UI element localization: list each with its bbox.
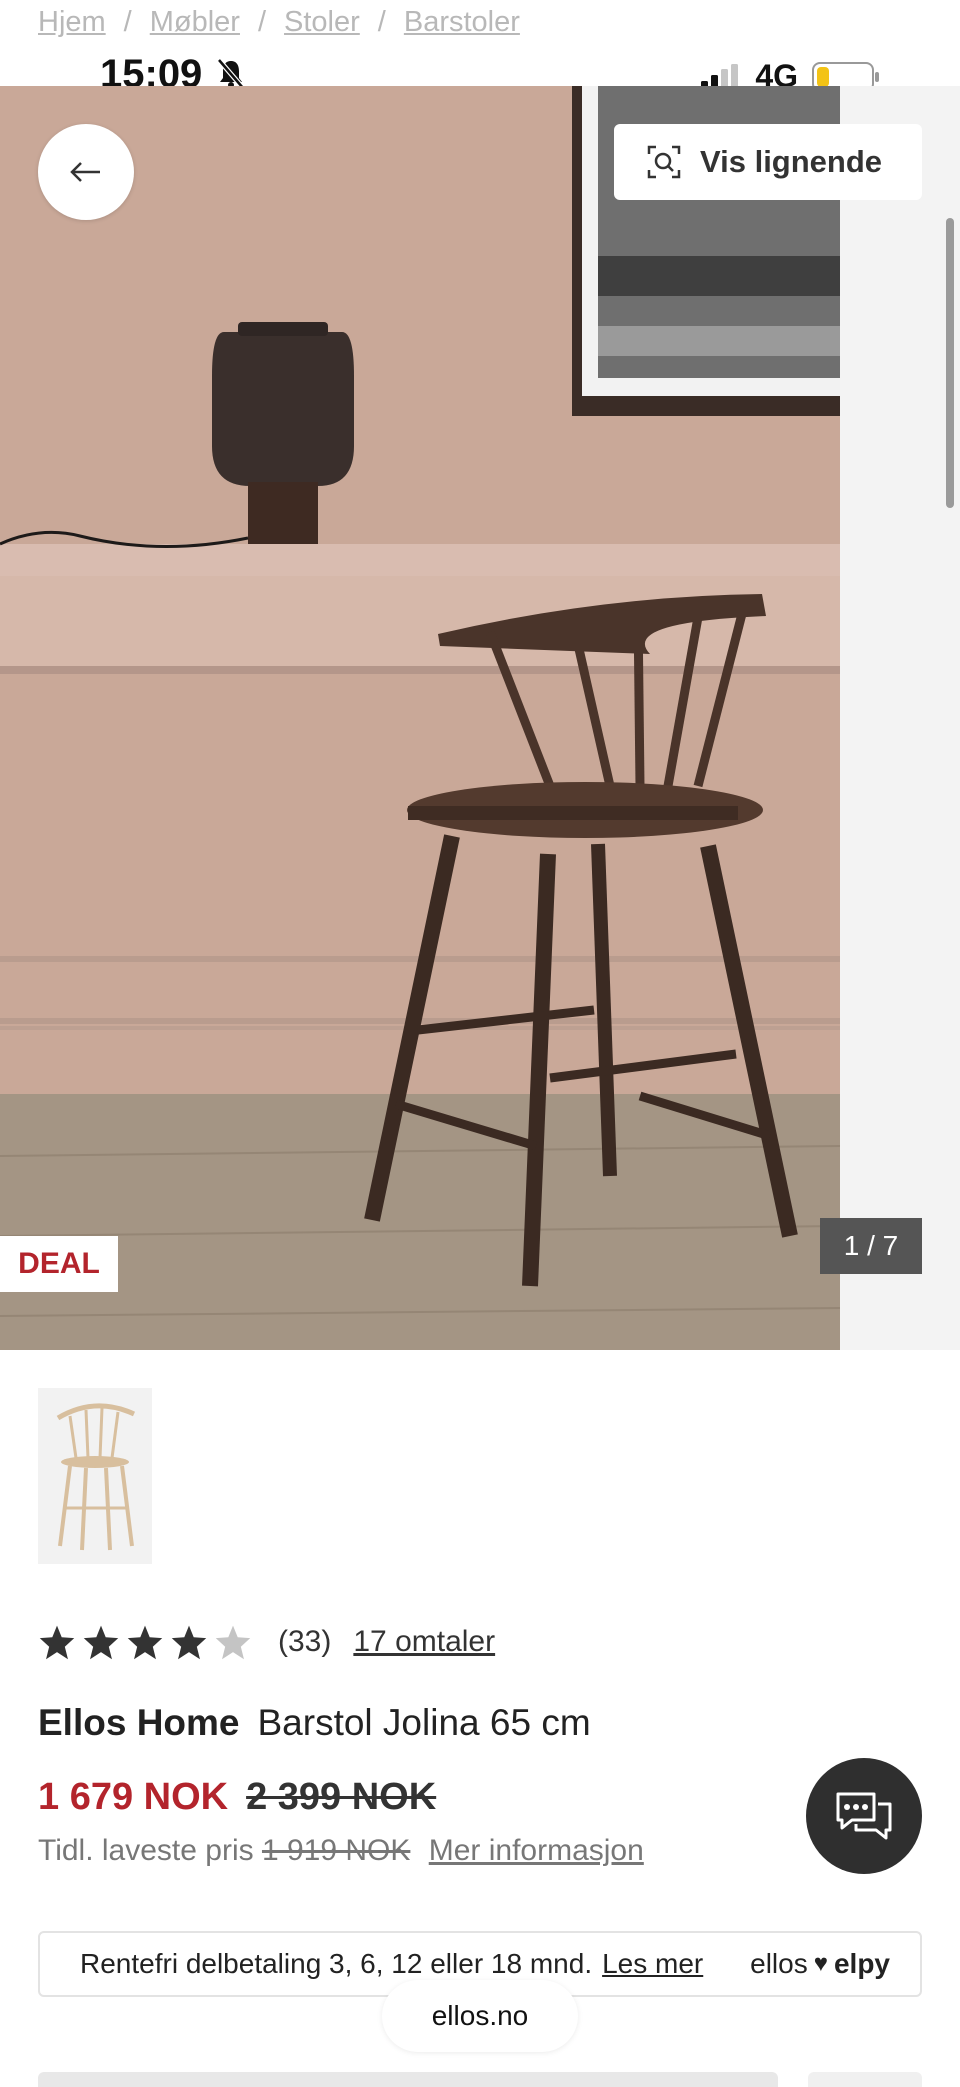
rating-count: (33) bbox=[278, 1625, 332, 1658]
rating: (33) 17 omtaler bbox=[38, 1624, 495, 1660]
star-filled-icon bbox=[171, 1625, 207, 1660]
star-filled-icon bbox=[127, 1625, 163, 1660]
lowest-price-info: Tidl. laveste pris 1 919 NOK Mer informa… bbox=[38, 1834, 644, 1868]
star-filled-icon bbox=[39, 1625, 75, 1660]
read-more-link[interactable]: Les mer bbox=[602, 1948, 703, 1980]
breadcrumb-link-barstoler[interactable]: Barstoler bbox=[404, 6, 520, 38]
price-row: 1 679 NOK 2 399 NOK bbox=[38, 1776, 436, 1819]
show-similar-button[interactable]: Vis lignende bbox=[614, 124, 922, 200]
more-info-link[interactable]: Mer informasjon bbox=[429, 1834, 644, 1867]
breadcrumb-link-mobler[interactable]: Møbler bbox=[150, 6, 240, 38]
show-similar-label: Vis lignende bbox=[700, 144, 883, 179]
star-rating bbox=[38, 1624, 252, 1660]
product-title: Ellos Home Barstol Jolina 65 cm bbox=[38, 1702, 591, 1744]
current-price: 1 679 NOK bbox=[38, 1776, 229, 1818]
thumbnail-image[interactable] bbox=[38, 1388, 152, 1564]
visual-search-icon bbox=[647, 145, 681, 179]
heart-icon: ♥ bbox=[813, 1950, 828, 1977]
chat-icon bbox=[836, 1792, 892, 1840]
installment-text: Rentefri delbetaling 3, 6, 12 eller 18 m… bbox=[80, 1948, 593, 1979]
breadcrumb-separator: / bbox=[123, 6, 132, 38]
breadcrumb-link-stoler[interactable]: Stoler bbox=[284, 6, 360, 38]
stool-thumbnail bbox=[38, 1388, 152, 1564]
lowest-price-label: Tidl. laveste pris bbox=[38, 1834, 254, 1867]
image-counter: 1 / 7 bbox=[820, 1218, 922, 1274]
lowest-price-value: 1 919 NOK bbox=[261, 1834, 411, 1867]
breadcrumb: Hjem / Møbler / Stoler / Barstoler bbox=[38, 6, 520, 39]
star-empty-icon bbox=[215, 1625, 251, 1660]
arrow-left-icon bbox=[70, 162, 100, 182]
browser-url-bar[interactable]: ellos.no bbox=[382, 1980, 578, 2052]
product-photo bbox=[0, 86, 840, 1350]
deal-badge: DEAL bbox=[0, 1236, 118, 1292]
add-to-cart-area[interactable] bbox=[38, 2072, 778, 2087]
product-name: Barstol Jolina 65 cm bbox=[257, 1702, 591, 1743]
breadcrumb-link-home[interactable]: Hjem bbox=[38, 6, 106, 38]
original-price: 2 399 NOK bbox=[246, 1776, 437, 1818]
chat-button[interactable] bbox=[806, 1758, 922, 1874]
star-filled-icon bbox=[83, 1625, 119, 1660]
brand-name[interactable]: Ellos Home bbox=[38, 1702, 240, 1743]
reviews-link[interactable]: 17 omtaler bbox=[353, 1625, 495, 1659]
scrollbar[interactable] bbox=[946, 218, 954, 508]
breadcrumb-separator: / bbox=[377, 6, 386, 38]
gallery-next-image-peek[interactable] bbox=[840, 86, 960, 1350]
ellos-elpy-logo: ellos ♥ elpy bbox=[750, 1948, 890, 1979]
product-image[interactable] bbox=[0, 86, 840, 1350]
breadcrumb-separator: / bbox=[257, 6, 267, 38]
favorite-area[interactable] bbox=[808, 2072, 922, 2087]
back-button[interactable] bbox=[38, 124, 134, 220]
